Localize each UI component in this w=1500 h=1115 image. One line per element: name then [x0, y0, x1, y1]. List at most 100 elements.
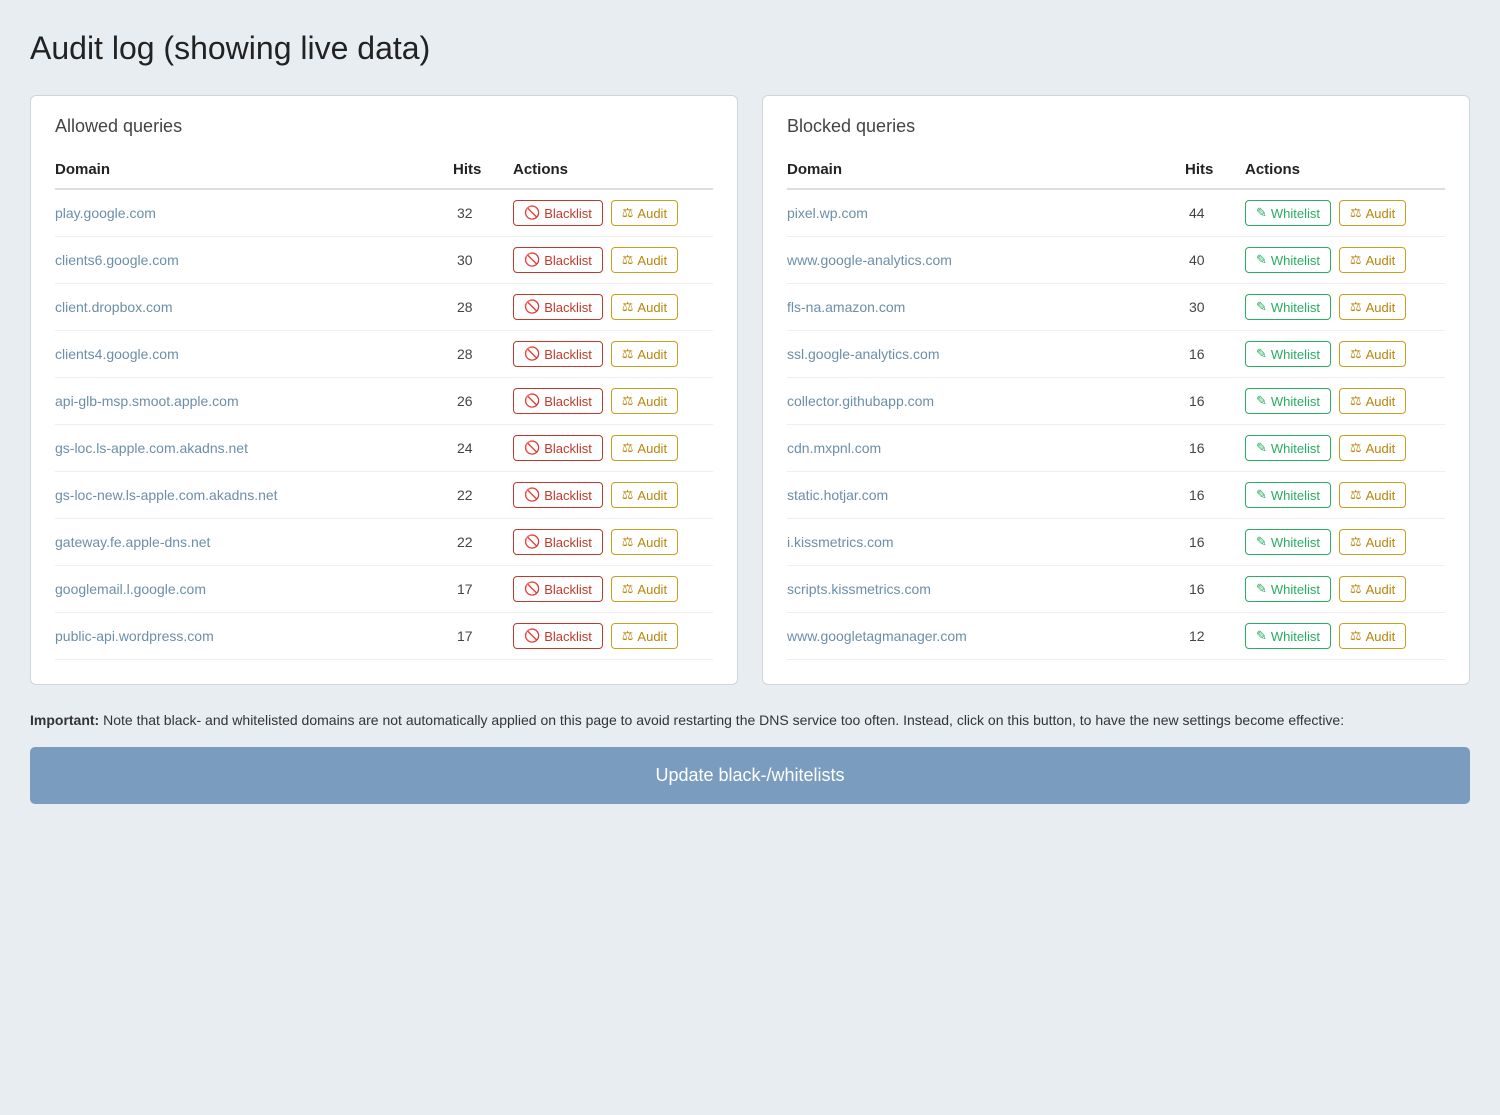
- domain-cell: www.googletagmanager.com: [787, 613, 1185, 660]
- domain-cell: collector.githubapp.com: [787, 378, 1185, 425]
- blacklist-icon: 🚫: [524, 440, 540, 456]
- audit-button[interactable]: ⚖ Audit: [1339, 482, 1406, 508]
- domain-cell: gs-loc-new.ls-apple.com.akadns.net: [55, 472, 453, 519]
- notice-text: Important: Note that black- and whitelis…: [30, 709, 1470, 731]
- table-row: play.google.com 32 🚫 Blacklist ⚖ Audit: [55, 189, 713, 237]
- whitelist-label: Whitelist: [1271, 488, 1320, 503]
- audit-button[interactable]: ⚖ Audit: [1339, 529, 1406, 555]
- actions-cell: ✎ Whitelist ⚖ Audit: [1245, 613, 1445, 660]
- table-row: api-glb-msp.smoot.apple.com 26 🚫 Blackli…: [55, 378, 713, 425]
- blacklist-button[interactable]: 🚫 Blacklist: [513, 482, 603, 508]
- blacklist-button[interactable]: 🚫 Blacklist: [513, 576, 603, 602]
- audit-button[interactable]: ⚖ Audit: [611, 341, 678, 367]
- hits-cell: 22: [453, 472, 513, 519]
- blacklist-icon: 🚫: [524, 628, 540, 644]
- blacklist-button[interactable]: 🚫 Blacklist: [513, 623, 603, 649]
- audit-button[interactable]: ⚖ Audit: [611, 482, 678, 508]
- domain-cell: public-api.wordpress.com: [55, 613, 453, 660]
- whitelist-button[interactable]: ✎ Whitelist: [1245, 435, 1331, 461]
- audit-icon: ⚖: [622, 534, 634, 550]
- blocked-col-hits: Hits: [1185, 153, 1245, 189]
- page-title: Audit log (showing live data): [30, 30, 1470, 67]
- table-row: client.dropbox.com 28 🚫 Blacklist ⚖ Audi…: [55, 284, 713, 331]
- blacklist-button[interactable]: 🚫 Blacklist: [513, 294, 603, 320]
- audit-button[interactable]: ⚖ Audit: [1339, 435, 1406, 461]
- audit-label: Audit: [1366, 253, 1396, 268]
- audit-icon: ⚖: [622, 252, 634, 268]
- audit-icon: ⚖: [622, 581, 634, 597]
- actions-cell: ✎ Whitelist ⚖ Audit: [1245, 472, 1445, 519]
- blacklist-button[interactable]: 🚫 Blacklist: [513, 435, 603, 461]
- blacklist-button[interactable]: 🚫 Blacklist: [513, 529, 603, 555]
- actions-cell: 🚫 Blacklist ⚖ Audit: [513, 519, 713, 566]
- audit-button[interactable]: ⚖ Audit: [611, 294, 678, 320]
- blacklist-button[interactable]: 🚫 Blacklist: [513, 388, 603, 414]
- update-blackwhitelists-button[interactable]: Update black-/whitelists: [30, 747, 1470, 804]
- domain-cell: clients6.google.com: [55, 237, 453, 284]
- whitelist-label: Whitelist: [1271, 206, 1320, 221]
- allowed-col-hits: Hits: [453, 153, 513, 189]
- blacklist-label: Blacklist: [544, 206, 592, 221]
- whitelist-icon: ✎: [1256, 628, 1267, 644]
- blacklist-label: Blacklist: [544, 300, 592, 315]
- blacklist-icon: 🚫: [524, 393, 540, 409]
- audit-label: Audit: [1366, 535, 1396, 550]
- whitelist-button[interactable]: ✎ Whitelist: [1245, 388, 1331, 414]
- blacklist-button[interactable]: 🚫 Blacklist: [513, 200, 603, 226]
- whitelist-button[interactable]: ✎ Whitelist: [1245, 294, 1331, 320]
- audit-label: Audit: [1366, 347, 1396, 362]
- whitelist-button[interactable]: ✎ Whitelist: [1245, 247, 1331, 273]
- audit-button[interactable]: ⚖ Audit: [1339, 576, 1406, 602]
- blacklist-label: Blacklist: [544, 441, 592, 456]
- audit-label: Audit: [1366, 394, 1396, 409]
- domain-cell: gateway.fe.apple-dns.net: [55, 519, 453, 566]
- actions-cell: 🚫 Blacklist ⚖ Audit: [513, 613, 713, 660]
- hits-cell: 44: [1185, 189, 1245, 237]
- blacklist-button[interactable]: 🚫 Blacklist: [513, 341, 603, 367]
- audit-button[interactable]: ⚖ Audit: [1339, 247, 1406, 273]
- audit-button[interactable]: ⚖ Audit: [611, 529, 678, 555]
- allowed-col-actions: Actions: [513, 153, 713, 189]
- actions-cell: ✎ Whitelist ⚖ Audit: [1245, 237, 1445, 284]
- audit-button[interactable]: ⚖ Audit: [611, 435, 678, 461]
- whitelist-button[interactable]: ✎ Whitelist: [1245, 482, 1331, 508]
- domain-cell: scripts.kissmetrics.com: [787, 566, 1185, 613]
- audit-button[interactable]: ⚖ Audit: [1339, 388, 1406, 414]
- whitelist-button[interactable]: ✎ Whitelist: [1245, 200, 1331, 226]
- table-row: cdn.mxpnl.com 16 ✎ Whitelist ⚖ Audit: [787, 425, 1445, 472]
- domain-cell: ssl.google-analytics.com: [787, 331, 1185, 378]
- whitelist-button[interactable]: ✎ Whitelist: [1245, 623, 1331, 649]
- audit-button[interactable]: ⚖ Audit: [1339, 200, 1406, 226]
- actions-cell: 🚫 Blacklist ⚖ Audit: [513, 566, 713, 613]
- audit-button[interactable]: ⚖ Audit: [611, 247, 678, 273]
- table-row: fls-na.amazon.com 30 ✎ Whitelist ⚖ Audit: [787, 284, 1445, 331]
- audit-button[interactable]: ⚖ Audit: [1339, 341, 1406, 367]
- audit-button[interactable]: ⚖ Audit: [1339, 623, 1406, 649]
- blacklist-label: Blacklist: [544, 347, 592, 362]
- notice-body: Note that black- and whitelisted domains…: [99, 712, 1344, 728]
- audit-button[interactable]: ⚖ Audit: [611, 388, 678, 414]
- audit-label: Audit: [1366, 488, 1396, 503]
- blacklist-icon: 🚫: [524, 581, 540, 597]
- table-row: pixel.wp.com 44 ✎ Whitelist ⚖ Audit: [787, 189, 1445, 237]
- audit-button[interactable]: ⚖ Audit: [611, 576, 678, 602]
- audit-icon: ⚖: [1350, 299, 1362, 315]
- blocked-col-actions: Actions: [1245, 153, 1445, 189]
- blocked-table: Domain Hits Actions pixel.wp.com 44 ✎ Wh…: [787, 153, 1445, 660]
- whitelist-button[interactable]: ✎ Whitelist: [1245, 529, 1331, 555]
- hits-cell: 17: [453, 566, 513, 613]
- actions-cell: ✎ Whitelist ⚖ Audit: [1245, 189, 1445, 237]
- whitelist-icon: ✎: [1256, 440, 1267, 456]
- notice-bold: Important:: [30, 712, 99, 728]
- table-row: collector.githubapp.com 16 ✎ Whitelist ⚖…: [787, 378, 1445, 425]
- audit-button[interactable]: ⚖ Audit: [1339, 294, 1406, 320]
- blacklist-button[interactable]: 🚫 Blacklist: [513, 247, 603, 273]
- audit-button[interactable]: ⚖ Audit: [611, 200, 678, 226]
- audit-button[interactable]: ⚖ Audit: [611, 623, 678, 649]
- blacklist-label: Blacklist: [544, 535, 592, 550]
- whitelist-button[interactable]: ✎ Whitelist: [1245, 576, 1331, 602]
- whitelist-button[interactable]: ✎ Whitelist: [1245, 341, 1331, 367]
- actions-cell: 🚫 Blacklist ⚖ Audit: [513, 189, 713, 237]
- blacklist-icon: 🚫: [524, 205, 540, 221]
- blacklist-label: Blacklist: [544, 253, 592, 268]
